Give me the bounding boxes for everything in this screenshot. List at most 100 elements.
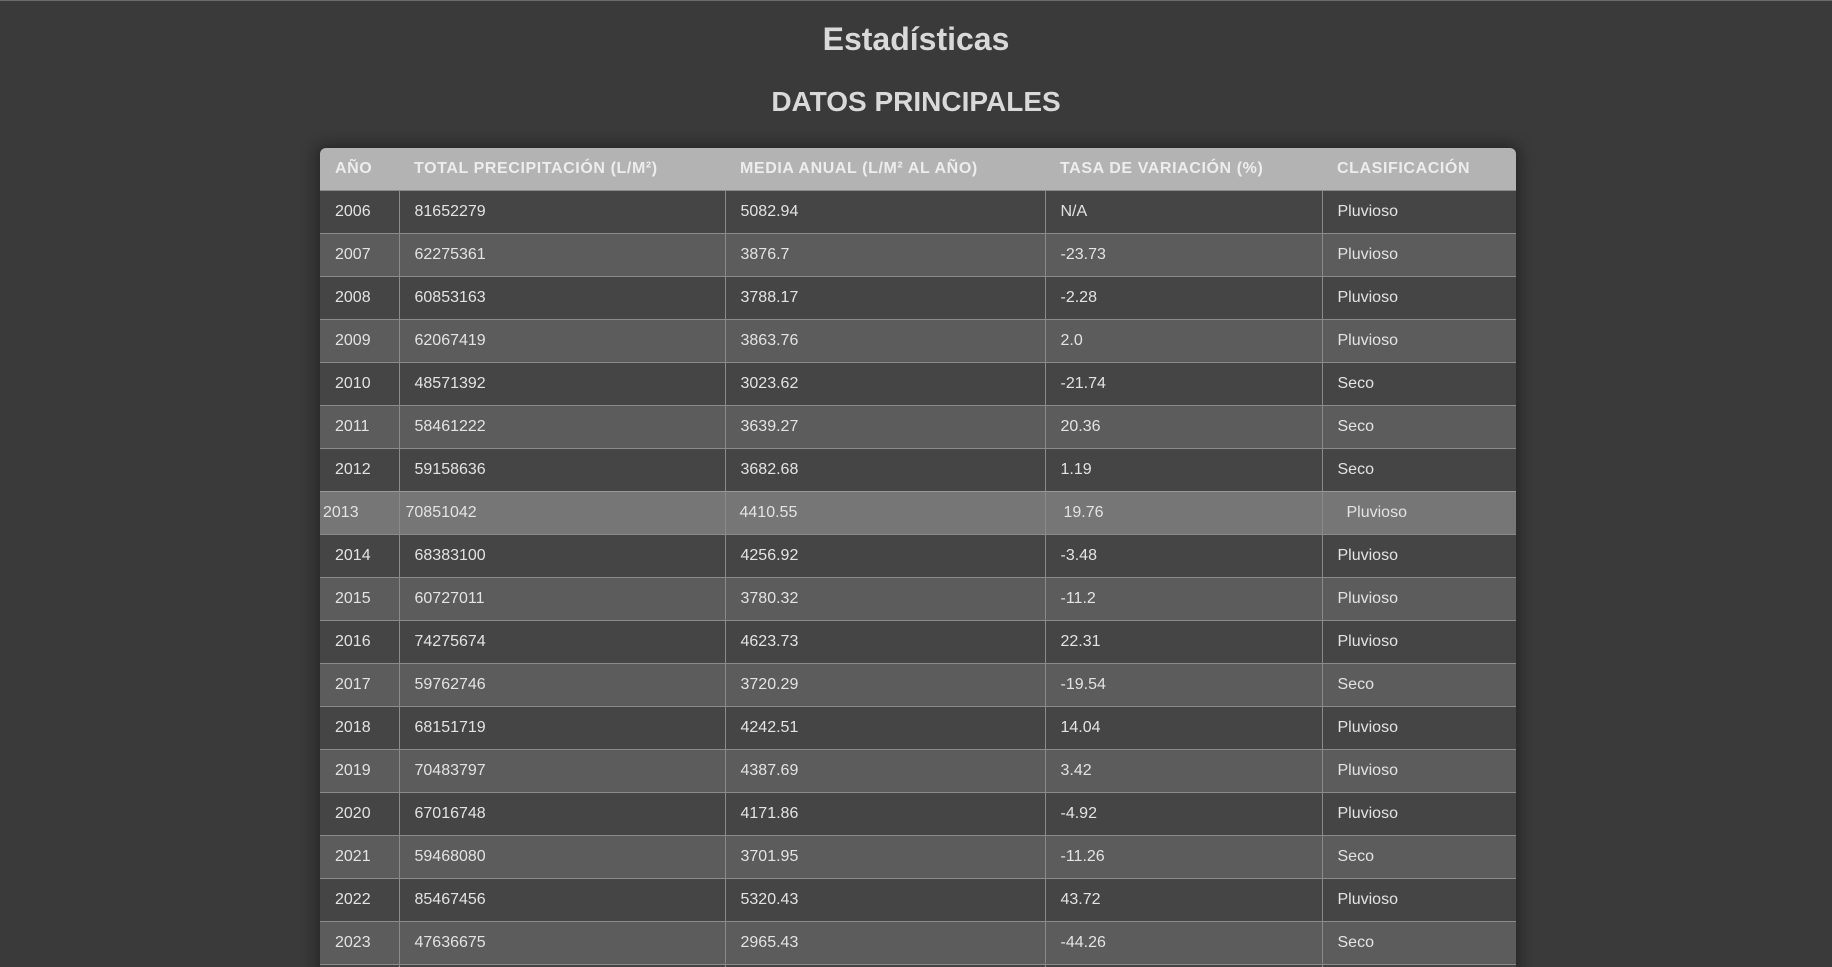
cell-variation-rate: 2.0 [1044,318,1322,362]
cell-annual-mean: 3720.29 [724,662,1045,706]
cell-annual-mean: 5320.43 [724,877,1045,921]
cell-classification: Pluvioso [1321,619,1516,663]
cell-variation-rate: 22.31 [1044,619,1322,663]
cell-total-precipitation: 81652279 [398,189,725,233]
table-row[interactable]: 2019 70483797 4387.69 3.42 Pluvioso [320,748,1516,792]
table-row[interactable]: 2020 67016748 4171.86 -4.92 Pluvioso [320,791,1516,835]
cell-classification: Pluvioso [1321,748,1516,792]
cell-year: 2020 [320,791,399,835]
cell-annual-mean: 3023.62 [724,361,1045,405]
cell-total-precipitation: 58461222 [398,404,725,448]
table-row[interactable]: 2010 48571392 3023.62 -21.74 Seco [320,361,1516,405]
cell-year: 2016 [320,619,399,663]
header-row: AÑO TOTAL PRECIPITACIÓN (L/M²) MEDIA ANU… [320,148,1516,190]
cell-variation-rate: -23.73 [1044,232,1322,276]
table-row[interactable]: 2013 70851042 4410.55 19.76 Pluvioso [320,490,1516,534]
cell-year: 2008 [320,275,399,319]
table-row[interactable]: 2021 59468080 3701.95 -11.26 Seco [320,834,1516,878]
cell-total-precipitation: 85467456 [398,877,725,921]
cell-annual-mean: 2965.43 [724,920,1045,964]
cell-year: 2015 [320,576,399,620]
cell-variation-rate: 20.36 [1044,404,1322,448]
table-row[interactable]: 2022 85467456 5320.43 43.72 Pluvioso [320,877,1516,921]
cell-year: 2007 [320,232,399,276]
cell-variation-rate: N/A [1044,189,1322,233]
table-row[interactable]: 2006 81652279 5082.94 N/A Pluvioso [320,189,1516,233]
table-row[interactable]: 2023 47636675 2965.43 -44.26 Seco [320,920,1516,964]
cell-annual-mean: 3876.7 [724,232,1045,276]
cell-total-precipitation: 60727011 [398,576,725,620]
cell-classification: Pluvioso [1321,490,1516,534]
cell-total-precipitation: 47636675 [398,920,725,964]
cell-total-precipitation: 70851042 [398,490,725,534]
cell-annual-mean: 5082.94 [724,189,1045,233]
column-header-variation-rate[interactable]: TASA DE VARIACIÓN (%) [1045,148,1322,190]
cell-annual-mean: 4242.51 [724,705,1045,749]
cell-total-precipitation: 48571392 [398,361,725,405]
column-header-annual-mean[interactable]: MEDIA ANUAL (L/M² AL AÑO) [725,148,1045,190]
cell-year: 2006 [320,189,399,233]
cell-classification: Pluvioso [1321,533,1516,577]
table-row[interactable]: 2012 59158636 3682.68 1.19 Seco [320,447,1516,491]
column-header-classification[interactable]: CLASIFICACIÓN [1322,148,1516,190]
cell-annual-mean: 3701.95 [724,834,1045,878]
cell-annual-mean: 3788.17 [724,275,1045,319]
cell-variation-rate: -11.26 [1044,834,1322,878]
cell-classification: Pluvioso [1321,877,1516,921]
cell-total-precipitation: 67016748 [398,791,725,835]
table-row[interactable]: 2011 58461222 3639.27 20.36 Seco [320,404,1516,448]
table-row[interactable]: 2008 60853163 3788.17 -2.28 Pluvioso [320,275,1516,319]
column-header-year[interactable]: AÑO [320,148,399,190]
table-row[interactable]: 2016 74275674 4623.73 22.31 Pluvioso [320,619,1516,663]
page: Estadísticas DATOS PRINCIPALES AÑO TOTAL… [0,0,1832,967]
cell-year: 2019 [320,748,399,792]
stats-table: AÑO TOTAL PRECIPITACIÓN (L/M²) MEDIA ANU… [320,148,1516,967]
cell-total-precipitation: 62275361 [398,232,725,276]
cell-variation-rate: -4.92 [1044,791,1322,835]
cell-total-precipitation: 59762746 [398,662,725,706]
cell-classification: Seco [1321,404,1516,448]
cell-annual-mean: 4171.86 [724,791,1045,835]
table-row[interactable]: 2015 60727011 3780.32 -11.2 Pluvioso [320,576,1516,620]
cell-variation-rate: -2.28 [1044,275,1322,319]
cell-classification: Pluvioso [1321,576,1516,620]
cell-annual-mean: 4623.73 [724,619,1045,663]
cell-annual-mean: 3682.68 [724,447,1045,491]
table-row[interactable]: 2014 68383100 4256.92 -3.48 Pluvioso [320,533,1516,577]
cell-total-precipitation: 68151719 [398,705,725,749]
column-header-total-precipitation[interactable]: TOTAL PRECIPITACIÓN (L/M²) [399,148,725,190]
cell-classification: Pluvioso [1321,318,1516,362]
cell-year: 2014 [320,533,399,577]
cell-classification: Pluvioso [1321,791,1516,835]
cell-classification: Seco [1321,662,1516,706]
cell-annual-mean: 4256.92 [724,533,1045,577]
cell-year: 2012 [320,447,399,491]
cell-year: 2021 [320,834,399,878]
table-row[interactable]: 2017 59762746 3720.29 -19.54 Seco [320,662,1516,706]
cell-year: 2009 [320,318,399,362]
cell-variation-rate: 43.72 [1044,877,1322,921]
cell-total-precipitation: 59468080 [398,834,725,878]
cell-variation-rate: -21.74 [1044,361,1322,405]
cell-classification: Seco [1321,361,1516,405]
cell-year: 2018 [320,705,399,749]
cell-annual-mean: 4410.55 [724,490,1045,534]
cell-total-precipitation: 62067419 [398,318,725,362]
cell-variation-rate: -3.48 [1044,533,1322,577]
cell-variation-rate: 1.19 [1044,447,1322,491]
cell-classification: Seco [1321,920,1516,964]
table-row[interactable]: 2018 68151719 4242.51 14.04 Pluvioso [320,705,1516,749]
page-title: Estadísticas [822,21,1010,57]
cell-variation-rate: -11.2 [1044,576,1322,620]
table-row[interactable]: 2009 62067419 3863.76 2.0 Pluvioso [320,318,1516,362]
cell-annual-mean: 3863.76 [724,318,1045,362]
cell-annual-mean: 3639.27 [724,404,1045,448]
cell-annual-mean: 3780.32 [724,576,1045,620]
cell-annual-mean: 4387.69 [724,748,1045,792]
table-row[interactable]: 2007 62275361 3876.7 -23.73 Pluvioso [320,232,1516,276]
cell-total-precipitation: 60853163 [398,275,725,319]
table-body: 2006 81652279 5082.94 N/A Pluvioso 2007 622753… [320,189,1516,967]
cell-classification: Pluvioso [1321,189,1516,233]
cell-variation-rate: 14.04 [1044,705,1322,749]
cell-total-precipitation: 70483797 [398,748,725,792]
